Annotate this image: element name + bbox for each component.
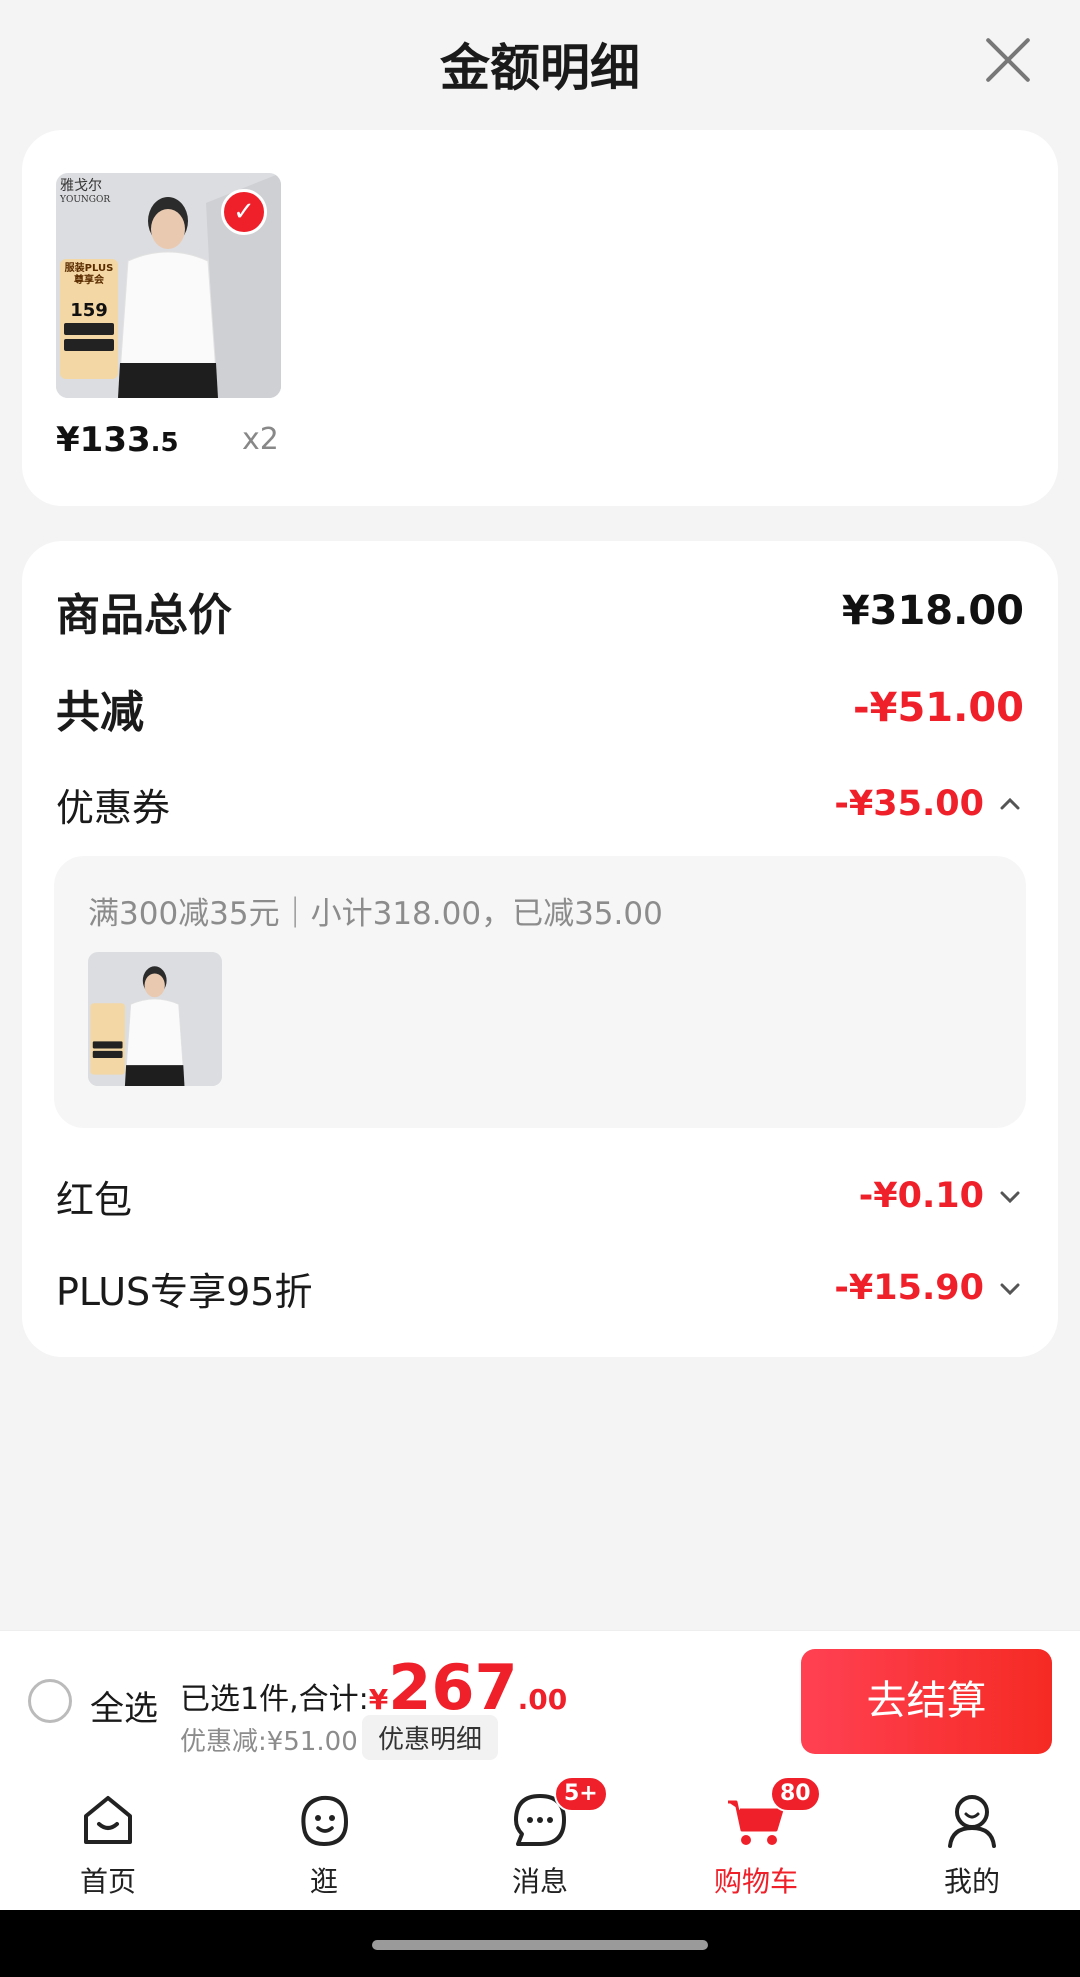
price-detail-card: 商品总价 ¥318.00 共减 -¥51.00 优惠券 -¥35.00 满300… (22, 541, 1058, 1357)
brand-name-en: YOUNGOR (60, 195, 111, 205)
tab-home[interactable]: 首页 (0, 1770, 216, 1910)
plus-discount-value: -¥15.90 (834, 1268, 984, 1308)
redpacket-value-wrap: -¥0.10 (859, 1176, 1024, 1216)
tab-cart[interactable]: 80 购物车 (648, 1770, 864, 1910)
product-price-dec: .5 (150, 428, 179, 458)
tab-browse-label: 逛 (309, 1865, 338, 1898)
reduce-row: 共减 -¥51.00 (56, 678, 1024, 738)
checkout-button[interactable]: 去结算 (801, 1649, 1052, 1754)
coupon-value: -¥35.00 (834, 784, 984, 824)
tab-browse[interactable]: 逛 (216, 1770, 432, 1910)
coupon-product-thumbnail[interactable] (88, 952, 222, 1086)
bottom-tab-bar: 首页 逛 5+ 消息 80 购物车 我的 (0, 1770, 1080, 1910)
product-price: ¥133.5 (56, 420, 179, 460)
selected-count-text: 已选1件,合计: (180, 1682, 369, 1717)
total-amount-int: 267 (388, 1651, 518, 1724)
coupon-row[interactable]: 优惠券 -¥35.00 (56, 774, 1024, 834)
total-label: 商品总价 (56, 590, 232, 641)
product-card: 雅戈尔 YOUNGOR 服装PLUS 尊享会 159 ✓ ¥133.5 x2 (22, 130, 1058, 506)
redpacket-row[interactable]: 红包 -¥0.10 (56, 1166, 1024, 1226)
plus-discount-value-wrap: -¥15.90 (834, 1268, 1024, 1308)
brand-logo: 雅戈尔 YOUNGOR (60, 179, 110, 207)
product-image[interactable]: 雅戈尔 YOUNGOR 服装PLUS 尊享会 159 ✓ (56, 173, 281, 398)
amount-detail-sheet: 金额明细 雅戈尔 YOUNGOR 服装PLUS 尊享会 159 ✓ ¥133.5… (0, 0, 1080, 1630)
select-all-label[interactable]: 全选 (90, 1681, 158, 1730)
tab-cart-label: 购物车 (713, 1865, 798, 1898)
selected-check-icon[interactable]: ✓ (221, 189, 267, 235)
cart-badge: 80 (770, 1776, 821, 1812)
select-all-radio[interactable] (28, 1679, 72, 1723)
tab-profile[interactable]: 我的 (864, 1770, 1080, 1910)
total-row: 商品总价 ¥318.00 (56, 581, 1024, 641)
plus-discount-row[interactable]: PLUS专享95折 -¥15.90 (56, 1258, 1024, 1318)
product-quantity: x2 (242, 422, 279, 457)
redpacket-label: 红包 (56, 1177, 133, 1222)
coupon-detail-box: 满300减35元｜小计318.00，已减35.00 (54, 856, 1026, 1128)
tab-messages[interactable]: 5+ 消息 (432, 1770, 648, 1910)
promo-label: 服装PLUS 尊享会 159 (62, 263, 116, 321)
coupon-description: 满300减35元｜小计318.00，已减35.00 (88, 896, 663, 932)
product-price-int: ¥133 (56, 420, 151, 460)
chevron-up-icon[interactable] (996, 790, 1024, 818)
chevron-down-icon[interactable] (996, 1182, 1024, 1210)
system-nav-bar (0, 1910, 1080, 1977)
chevron-down-icon[interactable] (996, 1274, 1024, 1302)
reduce-value: -¥51.00 (853, 685, 1024, 731)
home-icon (84, 1796, 132, 1844)
promo-badge-text: 服装PLUS (64, 263, 114, 274)
discount-summary: 优惠减:¥51.00 (180, 1727, 358, 1757)
total-value: ¥318.00 (841, 588, 1024, 634)
thumbnail-photo (88, 952, 222, 1086)
promo-price: 159 (70, 300, 108, 321)
message-badge: 5+ (554, 1776, 608, 1812)
reduce-label: 共减 (56, 687, 144, 738)
total-summary: 已选1件,合计: ¥ 267 .00 (180, 1651, 567, 1724)
checkout-bar: 全选 已选1件,合计: ¥ 267 .00 优惠减:¥51.00 优惠明细 去结… (0, 1630, 1080, 1770)
home-indicator[interactable] (372, 1940, 708, 1950)
tab-home-label: 首页 (79, 1865, 136, 1898)
profile-icon (948, 1795, 996, 1848)
total-amount-dec: .00 (517, 1683, 568, 1716)
brand-name: 雅戈尔 (60, 178, 102, 194)
redpacket-value: -¥0.10 (858, 1176, 984, 1216)
total-currency: ¥ (368, 1683, 389, 1716)
plus-discount-label: PLUS专享95折 (56, 1269, 313, 1314)
coupon-label: 优惠券 (56, 785, 171, 830)
promo-badge-text-2: 尊享会 (74, 275, 104, 286)
close-icon[interactable] (982, 34, 1034, 86)
tab-profile-label: 我的 (943, 1865, 1000, 1898)
coupon-value-wrap: -¥35.00 (834, 784, 1024, 824)
sheet-title: 金额明细 (440, 39, 640, 97)
browse-icon (301, 1795, 349, 1847)
tab-messages-label: 消息 (511, 1865, 568, 1898)
discount-detail-button[interactable]: 优惠明细 (362, 1715, 499, 1760)
